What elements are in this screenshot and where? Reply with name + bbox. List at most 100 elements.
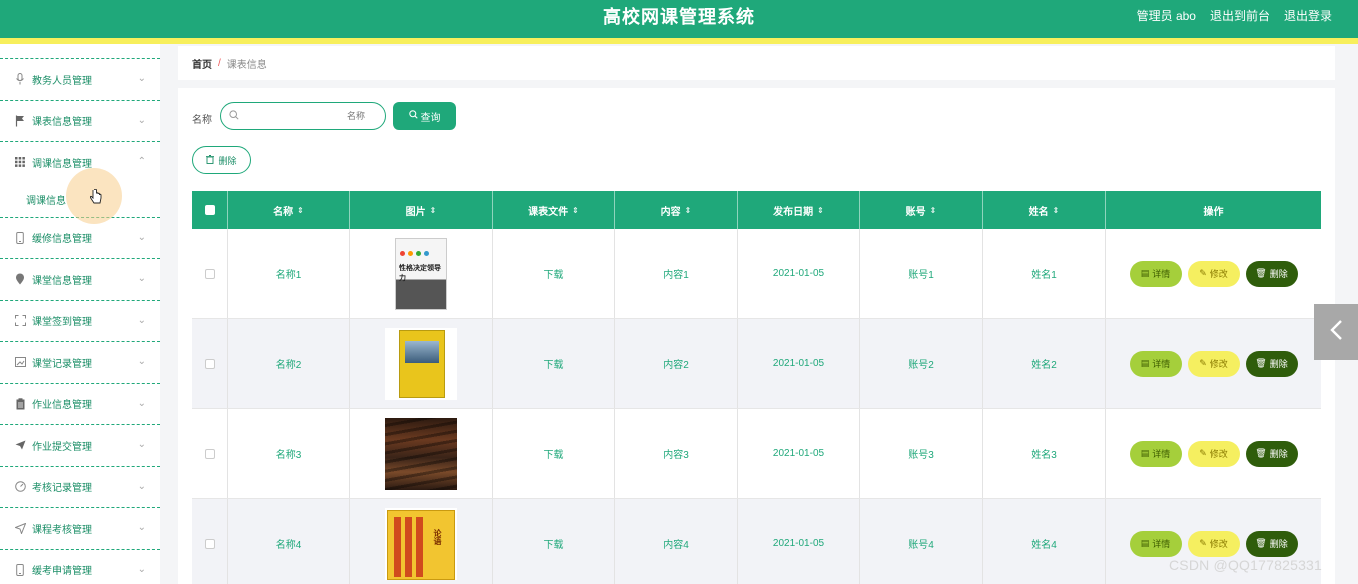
cell-person: 姓名1 — [983, 229, 1106, 318]
batch-delete-button[interactable]: 删除 — [192, 146, 251, 174]
row-checkbox[interactable] — [192, 499, 228, 584]
cell-date: 2021-01-05 — [738, 319, 860, 408]
delete-button[interactable]: 🗑︎ 删除 — [1245, 350, 1298, 377]
row-checkbox[interactable] — [192, 409, 228, 498]
edit-button[interactable]: ✎ 修改 — [1187, 260, 1240, 287]
send-icon — [14, 439, 26, 451]
cell-date: 2021-01-05 — [738, 499, 860, 584]
collapse-panel-button[interactable] — [1314, 304, 1358, 360]
column-header-date[interactable]: 发布日期 ⇕ — [738, 191, 860, 229]
download-link[interactable]: 下载 — [493, 499, 615, 584]
cell-account: 账号2 — [860, 319, 983, 408]
sidebar-item-label: 课堂信息管理 — [32, 275, 92, 287]
chevron-down-icon: ⌄ — [137, 114, 146, 126]
sort-icon: ⇕ — [572, 205, 579, 215]
sidebar-item-assessment-record[interactable]: 考核记录管理 ⌄ — [0, 465, 160, 508]
sidebar-item-homework[interactable]: 作业信息管理 ⌄ — [0, 382, 160, 425]
row-actions: ▤ 详情 ✎ 修改 🗑︎ 删除 — [1106, 229, 1321, 318]
detail-button[interactable]: ▤ 详情 — [1129, 440, 1182, 467]
search-label: 名称 — [192, 115, 212, 126]
cell-content: 内容2 — [615, 319, 738, 408]
top-bar: 高校网课管理系统 管理员 abo 退出到前台 退出登录 — [0, 0, 1358, 38]
batch-delete-label: 删除 — [218, 155, 237, 166]
search-field[interactable] — [220, 102, 386, 130]
document-icon: ▤ — [1140, 358, 1150, 368]
detail-button[interactable]: ▤ 详情 — [1129, 350, 1182, 377]
delete-button[interactable]: 🗑︎ 删除 — [1245, 530, 1298, 557]
location-icon — [14, 273, 26, 285]
query-button[interactable]: 查询 — [393, 102, 456, 130]
download-link[interactable]: 下载 — [493, 229, 615, 318]
sidebar-item-staff[interactable]: 教务人员管理 ⌄ — [0, 58, 160, 100]
chevron-down-icon: ⌄ — [137, 563, 146, 575]
sidebar-item-exam-deferral[interactable]: 缓考申请管理 ⌄ — [0, 548, 160, 584]
navigation-icon — [14, 522, 26, 534]
sort-icon: ⇕ — [297, 205, 304, 215]
table-row: 名称4 论语 下载 内容4 2021-01-05 账号4 姓名4 ▤ 详情 ✎ 修改 — [192, 499, 1321, 584]
edit-button[interactable]: ✎ 修改 — [1187, 530, 1240, 557]
sidebar-item-schedule[interactable]: 课表信息管理 ⌄ — [0, 99, 160, 142]
row-actions: ▤ 详情 ✎ 修改 🗑︎ 删除 — [1106, 409, 1321, 498]
chevron-left-icon — [1329, 317, 1343, 348]
detail-button[interactable]: ▤ 详情 — [1129, 530, 1182, 557]
cell-name: 名称1 — [228, 229, 350, 318]
pencil-icon: ✎ — [1199, 538, 1207, 548]
query-button-label: 查询 — [420, 112, 441, 124]
cell-date: 2021-01-05 — [738, 229, 860, 318]
document-icon: ▤ — [1140, 538, 1150, 548]
chevron-down-icon: ⌄ — [137, 314, 146, 326]
column-header-account[interactable]: 账号 ⇕ — [860, 191, 983, 229]
logout-link[interactable]: 退出登录 — [1284, 7, 1332, 24]
row-checkbox[interactable] — [192, 319, 228, 408]
breadcrumb-home[interactable]: 首页 — [192, 56, 212, 71]
sidebar-item-label: 作业提交管理 — [32, 441, 92, 453]
sidebar-item-label: 缓考申请管理 — [32, 566, 92, 578]
sidebar-item-deferral[interactable]: 缓修信息管理 ⌄ — [0, 216, 160, 259]
column-header-person[interactable]: 姓名 ⇕ — [983, 191, 1106, 229]
breadcrumb-separator: / — [218, 57, 221, 69]
clipboard-icon — [14, 398, 26, 410]
column-header-image[interactable]: 图片 ⇕ — [350, 191, 493, 229]
chevron-up-icon: ⌃ — [137, 156, 146, 167]
top-links: 管理员 abo 退出到前台 退出登录 — [1137, 7, 1332, 24]
column-header-name[interactable]: 名称 ⇕ — [228, 191, 350, 229]
sidebar-item-checkin[interactable]: 课堂签到管理 ⌄ — [0, 299, 160, 342]
delete-button[interactable]: 🗑︎ 删除 — [1245, 440, 1298, 467]
hand-cursor-icon — [89, 188, 102, 208]
trash-icon: 🗑︎ — [1255, 268, 1267, 278]
sidebar: 教务人员管理 ⌄ 课表信息管理 ⌄ 调课信息管理 ⌃ 调课信息 缓修信息管理 ⌄… — [0, 44, 160, 584]
edit-button[interactable]: ✎ 修改 — [1187, 440, 1240, 467]
download-link[interactable]: 下载 — [493, 319, 615, 408]
select-all-checkbox[interactable] — [192, 191, 228, 229]
download-link[interactable]: 下载 — [493, 409, 615, 498]
row-checkbox[interactable] — [192, 229, 228, 318]
cell-content: 内容4 — [615, 499, 738, 584]
cell-account: 账号4 — [860, 499, 983, 584]
breadcrumb-current: 课表信息 — [226, 59, 267, 71]
delete-button[interactable]: 🗑︎ 删除 — [1245, 260, 1298, 287]
sidebar-item-homework-submit[interactable]: 作业提交管理 ⌄ — [0, 424, 160, 466]
sidebar-item-label: 教务人员管理 — [32, 75, 92, 87]
table-row: 名称1 性格决定领导力 下载 内容1 2021-01-05 账号1 姓名1 ▤ 详… — [192, 229, 1321, 319]
cell-person: 姓名4 — [983, 499, 1106, 584]
sidebar-item-class-info[interactable]: 课堂信息管理 ⌄ — [0, 258, 160, 300]
trash-icon: 🗑︎ — [1255, 538, 1267, 548]
column-header-file[interactable]: 课表文件 ⇕ — [493, 191, 615, 229]
cell-content: 内容1 — [615, 229, 738, 318]
top-accent-stripe — [0, 38, 1358, 44]
pencil-icon: ✎ — [1199, 268, 1207, 278]
search-input[interactable] — [245, 107, 365, 125]
back-to-front-link[interactable]: 退出到前台 — [1210, 7, 1270, 24]
detail-button[interactable]: ▤ 详情 — [1129, 260, 1182, 287]
chevron-down-icon: ⌄ — [137, 397, 146, 409]
watermark: CSDN @QQ177825331 — [1169, 557, 1323, 573]
cell-person: 姓名2 — [983, 319, 1106, 408]
cell-name: 名称4 — [228, 499, 350, 584]
column-header-content[interactable]: 内容 ⇕ — [615, 191, 738, 229]
trash-icon — [206, 154, 215, 166]
edit-button[interactable]: ✎ 修改 — [1187, 350, 1240, 377]
sidebar-item-class-record[interactable]: 课堂记录管理 ⌄ — [0, 341, 160, 383]
book-set-title: 论语 — [433, 528, 442, 545]
submenu-item-label: 调课信息 — [26, 196, 66, 207]
sidebar-item-course-assessment[interactable]: 课程考核管理 ⌄ — [0, 507, 160, 549]
